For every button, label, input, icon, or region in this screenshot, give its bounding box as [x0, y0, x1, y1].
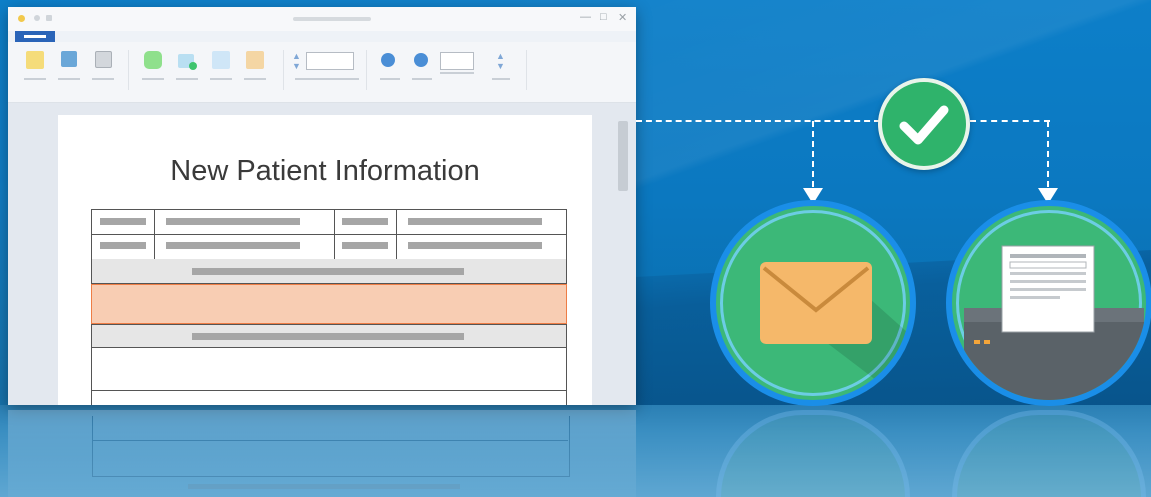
file-tab[interactable]	[15, 31, 55, 42]
field-label	[100, 218, 146, 225]
window-titlebar: — □ ✕	[8, 7, 636, 31]
connector-line	[970, 120, 1050, 122]
zoom-level-input[interactable]	[440, 52, 474, 70]
email-circle[interactable]	[710, 200, 916, 406]
ribbon-lightblue-icon[interactable]	[212, 51, 230, 69]
field-value[interactable]	[166, 242, 300, 249]
form-row[interactable]	[91, 347, 567, 391]
section-header	[91, 259, 567, 284]
form-row	[91, 209, 567, 235]
ribbon-blue-icon[interactable]	[61, 51, 77, 67]
field-label	[342, 218, 388, 225]
window-title-placeholder	[293, 17, 371, 21]
envelope-icon	[760, 262, 910, 400]
field-value[interactable]	[408, 242, 542, 249]
field-value[interactable]	[408, 218, 542, 225]
ribbon-green-icon[interactable]	[144, 51, 162, 69]
print-circle[interactable]	[946, 200, 1151, 406]
zoom-in-icon[interactable]	[381, 53, 395, 67]
form-row[interactable]	[91, 390, 567, 405]
form-row	[91, 234, 567, 260]
document-page: New Patient Information	[58, 115, 592, 405]
zoom-out-icon[interactable]	[414, 53, 428, 67]
section-header	[91, 324, 567, 348]
minimize-icon[interactable]: —	[580, 11, 591, 23]
font-size-input[interactable]	[306, 52, 354, 70]
check-icon	[878, 78, 970, 170]
quick-access-icon[interactable]	[46, 15, 52, 21]
field-label	[100, 242, 146, 249]
document-title: New Patient Information	[170, 155, 480, 187]
field-value[interactable]	[166, 218, 300, 225]
maximize-icon[interactable]: □	[600, 11, 607, 23]
document-area: New Patient Information	[8, 103, 636, 405]
section-header-label	[192, 333, 464, 340]
window-reflection	[8, 410, 636, 497]
ribbon-orange-icon[interactable]	[246, 51, 264, 69]
close-icon[interactable]: ✕	[618, 11, 627, 24]
spin-arrows-icon[interactable]: ▲ ▼	[292, 51, 301, 71]
editor-window: — □ ✕ ▲ ▼ ▲ ▼ New Patient Information	[8, 7, 636, 405]
connector-line	[812, 121, 814, 187]
connector-line	[636, 120, 880, 122]
section-header-label	[192, 268, 464, 275]
ribbon-gray-icon[interactable]	[95, 51, 112, 68]
printer-icon	[964, 245, 1144, 400]
ribbon-image-badge	[189, 62, 197, 70]
field-label	[342, 242, 388, 249]
ribbon-toolbar: ▲ ▼ ▲ ▼	[8, 42, 636, 103]
spin-arrows-icon[interactable]: ▲ ▼	[496, 51, 505, 71]
quick-access-icon[interactable]	[34, 15, 40, 21]
app-icon	[18, 15, 25, 22]
scrollbar-thumb[interactable]	[618, 121, 628, 191]
connector-line	[1047, 121, 1049, 187]
selected-form-row[interactable]	[91, 284, 567, 324]
ribbon-yellow-icon[interactable]	[26, 51, 44, 69]
